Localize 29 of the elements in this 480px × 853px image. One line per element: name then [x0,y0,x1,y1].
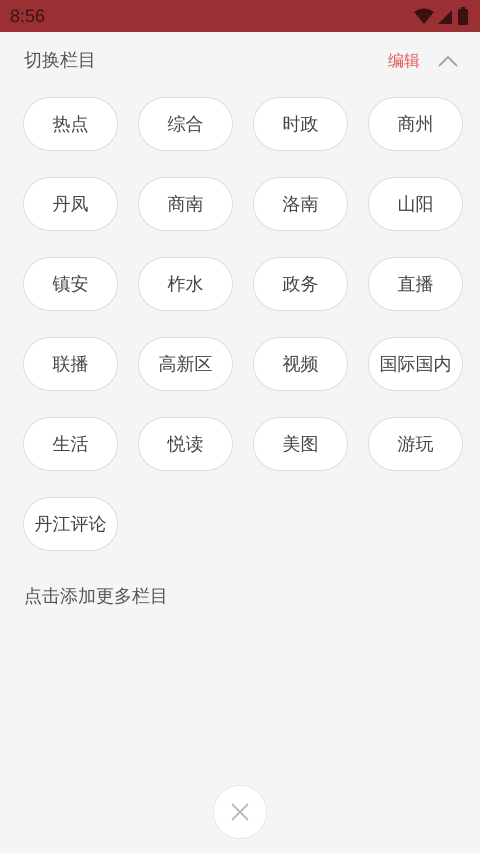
add-more-label[interactable]: 点击添加更多栏目 [24,586,168,608]
channel-chip[interactable]: 镇安 [23,257,118,311]
channel-chip[interactable]: 生活 [23,417,118,471]
channel-chip[interactable]: 联播 [23,337,118,391]
channel-chip[interactable]: 热点 [23,97,118,151]
channel-chip[interactable]: 高新区 [138,337,233,391]
status-time: 8:56 [10,6,46,26]
chevron-icon[interactable] [438,55,458,67]
panel-title: 切换栏目 [24,49,97,73]
channel-chip[interactable]: 视频 [253,337,348,391]
channel-chip[interactable]: 悦读 [138,417,233,471]
close-icon [231,803,249,821]
channel-chip[interactable]: 丹江评论 [23,497,118,551]
channel-chip[interactable]: 直播 [368,257,463,311]
channel-chip[interactable]: 时政 [253,97,348,151]
channel-chip[interactable]: 商南 [138,177,233,231]
channel-chip[interactable]: 游玩 [368,417,463,471]
channel-chip[interactable]: 山阳 [368,177,463,231]
channel-chip[interactable]: 美图 [253,417,348,471]
signal-icon [438,8,454,24]
channel-chip[interactable]: 商州 [368,97,463,151]
channel-chip[interactable]: 国际国内 [368,337,463,391]
channel-chip[interactable]: 丹凤 [23,177,118,231]
channel-chip[interactable]: 政务 [253,257,348,311]
channel-chip[interactable]: 综合 [138,97,233,151]
channel-chip[interactable]: 柞水 [138,257,233,311]
wifi-icon [414,8,434,24]
channel-chip[interactable]: 洛南 [253,177,348,231]
battery-icon [458,7,468,25]
